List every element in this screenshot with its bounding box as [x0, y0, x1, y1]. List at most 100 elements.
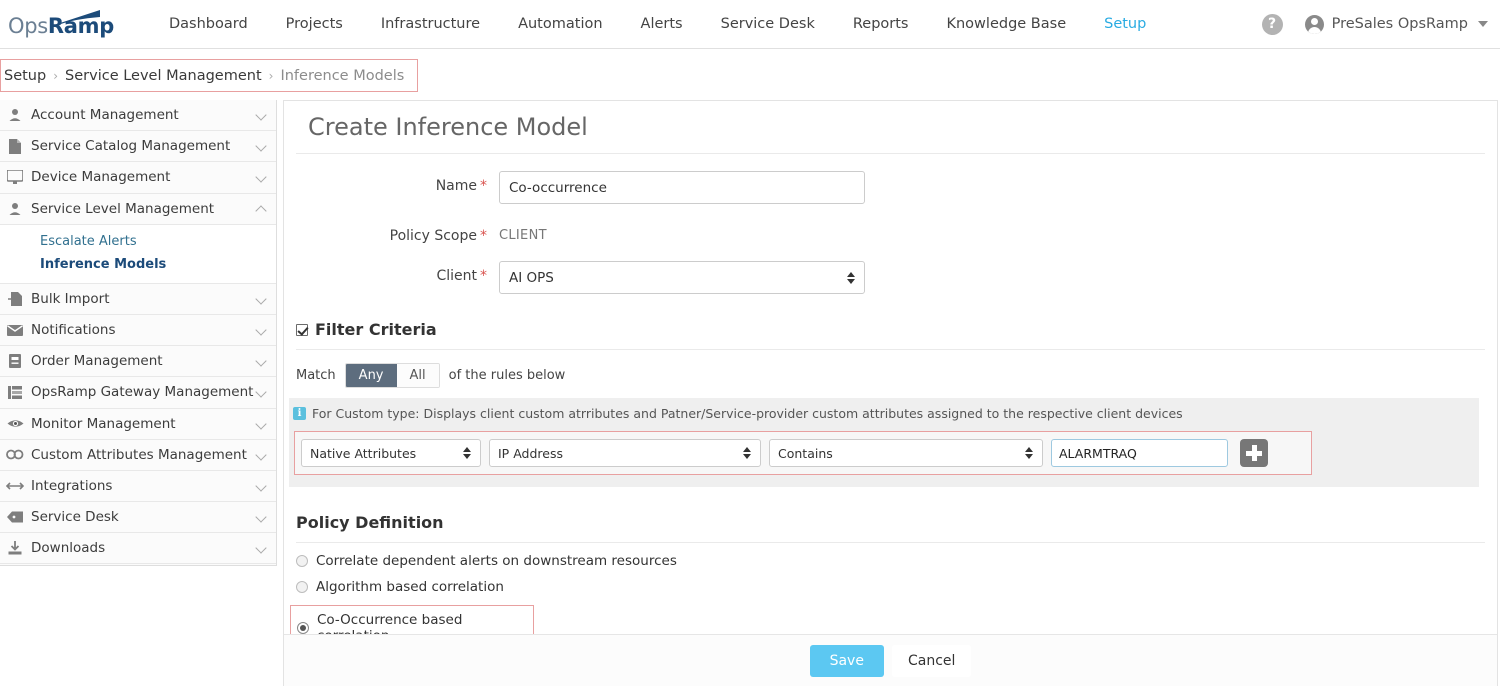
name-label-text: Name: [435, 178, 477, 194]
rule-attribute-name-value: IP Address: [498, 445, 563, 461]
policy-scope-label-text: Policy Scope: [389, 228, 477, 244]
spinner-arrows-icon: [1025, 447, 1033, 459]
rule-attribute-type-select[interactable]: Native Attributes: [301, 439, 481, 467]
sidebar-item-account-management[interactable]: Account Management: [0, 100, 276, 132]
required-asterisk: *: [480, 268, 487, 284]
avatar: [1304, 14, 1324, 34]
monitor-icon: [5, 169, 25, 185]
gateway-icon: [5, 384, 25, 400]
chevron-down-icon[interactable]: [255, 109, 267, 121]
chevron-down-icon[interactable]: [255, 355, 267, 367]
help-icon[interactable]: ?: [1261, 13, 1283, 35]
spinner-arrows-icon: [463, 447, 471, 459]
sidebar-item-service-desk[interactable]: Service Desk: [0, 502, 276, 534]
plug-icon: [5, 478, 25, 494]
radio-button[interactable]: [296, 555, 308, 567]
info-icon: i: [293, 407, 306, 420]
breadcrumb-separator-icon: ›: [268, 68, 274, 83]
filter-criteria-checkbox[interactable]: [296, 323, 308, 336]
sidebar-item-label: Custom Attributes Management: [31, 446, 247, 463]
nav-item-knowledge-base[interactable]: Knowledge Base: [927, 0, 1085, 48]
nav-right-cluster: ? PreSales OpsRamp: [1261, 13, 1488, 35]
sidebar-item-label: Service Level Management: [31, 200, 215, 217]
rule-value-input[interactable]: [1051, 439, 1228, 467]
user-icon: [5, 201, 25, 217]
document-icon: [5, 138, 25, 154]
chevron-down-icon[interactable]: [255, 324, 267, 336]
required-asterisk: *: [480, 178, 487, 194]
filter-criteria-header: Filter Criteria: [296, 320, 1485, 350]
sidebar-sublink-label[interactable]: Inference Models: [40, 257, 166, 272]
nav-item-setup[interactable]: Setup: [1085, 0, 1165, 48]
sidebar-item-order-management[interactable]: Order Management: [0, 346, 276, 378]
rule-attribute-name-select[interactable]: IP Address: [489, 439, 761, 467]
sidebar-item-notifications[interactable]: Notifications: [0, 315, 276, 347]
chevron-down-icon[interactable]: [255, 480, 267, 492]
form-footer: Save Cancel: [284, 634, 1497, 686]
main-content-panel: Create Inference Model Name* Policy Scop…: [283, 100, 1498, 686]
policy-option-label: Algorithm based correlation: [316, 579, 504, 595]
sidebar-item-label: Order Management: [31, 353, 163, 370]
rule-operator-select[interactable]: Contains: [769, 439, 1043, 467]
nav-item-reports[interactable]: Reports: [834, 0, 928, 48]
sidebar-sublink-label[interactable]: Escalate Alerts: [40, 234, 137, 249]
nav-item-infrastructure[interactable]: Infrastructure: [362, 0, 499, 48]
nav-item-service-desk[interactable]: Service Desk: [702, 0, 834, 48]
chevron-down-icon[interactable]: [255, 449, 267, 461]
sidebar-item-escalate-alerts[interactable]: Escalate Alerts: [0, 230, 276, 253]
nav-item-projects[interactable]: Projects: [267, 0, 362, 48]
field-row-name: Name *: [284, 171, 1497, 204]
match-suffix-label: of the rules below: [448, 368, 566, 383]
match-toggle-all[interactable]: All: [396, 364, 439, 387]
radio-button-selected[interactable]: [297, 622, 309, 634]
sidebar-item-label: Service Desk: [31, 509, 119, 526]
breadcrumb-separator-icon: ›: [53, 68, 59, 83]
spinner-arrows-icon: [847, 271, 855, 284]
chevron-down-icon[interactable]: [255, 511, 267, 523]
sidebar-item-bulk-import[interactable]: Bulk Import: [0, 284, 276, 315]
nav-item-automation[interactable]: Automation: [499, 0, 621, 48]
sidebar-item-integrations[interactable]: Integrations: [0, 471, 276, 503]
nav-item-dashboard[interactable]: Dashboard: [150, 0, 267, 48]
cancel-button[interactable]: Cancel: [891, 644, 972, 677]
sidebar-item-device-management[interactable]: Device Management: [0, 162, 276, 194]
sidebar-item-opsramp-gateway-management[interactable]: OpsRamp Gateway Management: [0, 377, 276, 409]
rule-attribute-type-value: Native Attributes: [310, 445, 417, 461]
chevron-down-icon[interactable]: [1478, 21, 1488, 27]
add-rule-button[interactable]: [1240, 439, 1268, 467]
sidebar-item-monitor-management[interactable]: Monitor Management: [0, 409, 276, 440]
client-select[interactable]: AI OPS: [499, 261, 865, 294]
chevron-down-icon[interactable]: [255, 171, 267, 184]
policy-option-algorithm-based-correlation[interactable]: Algorithm based correlation: [296, 579, 1497, 595]
book-icon: [5, 353, 25, 369]
breadcrumb-item-setup[interactable]: Setup: [4, 68, 46, 84]
sidebar-item-service-level-management[interactable]: Service Level Management: [0, 194, 276, 225]
name-input[interactable]: [499, 171, 865, 204]
sidebar-item-service-catalog-management[interactable]: Service Catalog Management: [0, 131, 276, 163]
sidebar-item-custom-attributes-management[interactable]: Custom Attributes Management: [0, 440, 276, 471]
match-toggle-any[interactable]: Any: [345, 364, 397, 387]
sidebar-item-label: Monitor Management: [31, 415, 176, 432]
filter-criteria-title: Filter Criteria: [315, 320, 437, 339]
filter-info-text: For Custom type: Displays client custom …: [312, 406, 1183, 421]
save-button[interactable]: Save: [809, 644, 884, 677]
sidebar-submenu: Escalate Alerts Inference Models: [0, 224, 276, 284]
chevron-up-icon[interactable]: [255, 204, 267, 217]
radio-button[interactable]: [296, 581, 308, 593]
breadcrumb-item-service-level-management[interactable]: Service Level Management: [65, 68, 262, 84]
chevron-down-icon[interactable]: [255, 417, 267, 430]
opsramp-logo[interactable]: OpsRamp: [8, 8, 114, 40]
policy-definition-title: Policy Definition: [296, 513, 444, 532]
chevron-down-icon[interactable]: [255, 542, 267, 554]
required-asterisk: *: [480, 228, 487, 244]
chevron-down-icon[interactable]: [255, 140, 267, 152]
app-root: OpsRamp Dashboard Projects Infrastructur…: [0, 0, 1500, 690]
chevron-down-icon[interactable]: [255, 386, 267, 398]
policy-scope-label: Policy Scope *: [284, 221, 499, 244]
chevron-down-icon[interactable]: [255, 293, 267, 305]
nav-item-alerts[interactable]: Alerts: [622, 0, 702, 48]
sidebar-item-label: Downloads: [31, 540, 106, 557]
sidebar-item-downloads[interactable]: Downloads: [0, 533, 276, 565]
sidebar-item-inference-models[interactable]: Inference Models: [0, 253, 276, 276]
policy-option-correlate-dependent-alerts[interactable]: Correlate dependent alerts on downstream…: [296, 553, 1497, 569]
